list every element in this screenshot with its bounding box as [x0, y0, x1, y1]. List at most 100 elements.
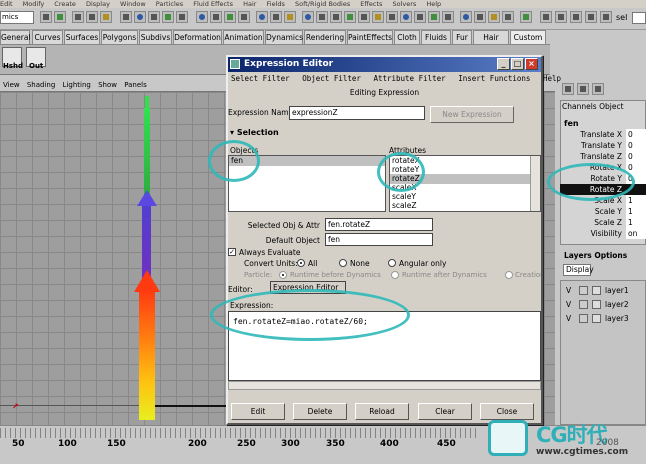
edit-button[interactable]: Edit — [231, 403, 285, 420]
tab-cloth[interactable]: Cloth — [394, 30, 420, 44]
menu-fluid-effects[interactable]: Fluid Effects — [193, 0, 233, 8]
channel-value[interactable]: 0 — [626, 140, 646, 151]
layers-header[interactable]: Layers Options — [560, 249, 646, 262]
convert-none-radio[interactable] — [339, 259, 347, 267]
delete-button[interactable]: Delete — [293, 403, 347, 420]
channel-row[interactable]: Scale Y 1 — [560, 206, 646, 217]
menu-edit[interactable]: Edit — [0, 0, 13, 8]
list-item[interactable]: scaleZ — [390, 201, 530, 211]
close-button[interactable]: Close — [480, 403, 534, 420]
layer-row[interactable]: Vlayer3 — [561, 312, 645, 325]
select-field[interactable] — [632, 12, 646, 24]
layer-visibility[interactable]: V — [566, 298, 571, 311]
input-icon[interactable] — [224, 11, 236, 23]
tab-hair[interactable]: Hair — [473, 30, 509, 44]
mask-icon[interactable] — [120, 11, 132, 23]
camera-icon[interactable] — [460, 11, 472, 23]
viewport-menu-panels[interactable]: Panels — [124, 81, 147, 89]
snap-plane-icon[interactable] — [176, 11, 188, 23]
render-globals-icon[interactable] — [284, 11, 296, 23]
layer-type-toggle[interactable] — [579, 300, 588, 309]
history-icon[interactable] — [196, 11, 208, 23]
lattice-icon[interactable] — [502, 11, 514, 23]
panel-layout-icon[interactable] — [562, 83, 574, 95]
editor-menu-select-filter[interactable]: Select Filter — [231, 74, 290, 83]
tab-fluids[interactable]: Fluids — [421, 30, 451, 44]
tab-general[interactable]: General — [0, 30, 31, 44]
convert-all-radio[interactable] — [297, 259, 305, 267]
channel-row[interactable]: Translate X 0 — [560, 129, 646, 140]
selected-obj-attr-field[interactable]: fen.rotateZ — [325, 218, 433, 231]
particle-creation-radio[interactable] — [505, 271, 513, 279]
clear-button[interactable]: Clear — [418, 403, 472, 420]
ipr-render-icon[interactable] — [270, 11, 282, 23]
expression-name-input[interactable]: expressionZ — [289, 106, 425, 120]
editor-menu-help[interactable]: Help — [543, 74, 561, 83]
joint-icon[interactable] — [474, 11, 486, 23]
channel-row[interactable]: Visibility on — [560, 228, 646, 239]
editor-menu-object-filter[interactable]: Object Filter — [302, 74, 361, 83]
reload-button[interactable]: Reload — [355, 403, 409, 420]
layer-color-swatch[interactable] — [592, 300, 601, 309]
tab-curves[interactable]: Curves — [32, 30, 63, 44]
channel-value[interactable]: 0 — [626, 129, 646, 140]
menu-display[interactable]: Display — [86, 0, 110, 8]
menu-window[interactable]: Window — [120, 0, 146, 8]
channel-value[interactable]: 1 — [626, 217, 646, 228]
plane-icon[interactable] — [358, 11, 370, 23]
curve-icon[interactable] — [400, 11, 412, 23]
layer-visibility[interactable]: V — [566, 312, 571, 325]
layer-type-toggle[interactable] — [579, 286, 588, 295]
particle-before-radio[interactable] — [279, 271, 287, 279]
tab-rendering[interactable]: Rendering — [304, 30, 346, 44]
snap-grid-icon[interactable] — [134, 11, 146, 23]
window-title[interactable]: Expression Editor — [228, 57, 541, 72]
circle-icon[interactable] — [386, 11, 398, 23]
menu-help[interactable]: Help — [426, 0, 441, 8]
object-blue-arrowhead[interactable] — [137, 190, 157, 206]
channel-box-menu-channels[interactable]: Channels — [562, 102, 597, 111]
layer-editor-toggle-icon[interactable] — [585, 11, 597, 23]
tab-painteffects[interactable]: PaintEffects — [347, 30, 393, 44]
magnet-icon[interactable] — [210, 11, 222, 23]
tab-surfaces[interactable]: Surfaces — [64, 30, 100, 44]
menu-solvers[interactable]: Solvers — [392, 0, 416, 8]
paint-icon[interactable] — [520, 11, 532, 23]
tab-polygons[interactable]: Polygons — [101, 30, 138, 44]
panel-layout-icon[interactable] — [592, 83, 604, 95]
layers-display-select[interactable]: Display — [563, 264, 594, 276]
save-icon[interactable] — [54, 11, 66, 23]
select-hierarchy-icon[interactable] — [72, 11, 84, 23]
cone-icon[interactable] — [344, 11, 356, 23]
attributes-scrollbar[interactable] — [530, 156, 540, 211]
viewport-menu-show[interactable]: Show — [98, 81, 117, 89]
menu-modify[interactable]: Modify — [23, 0, 45, 8]
snap-curve-icon[interactable] — [148, 11, 160, 23]
mode-select[interactable]: mics — [0, 11, 34, 24]
layer-color-swatch[interactable] — [592, 314, 601, 323]
cylinder-icon[interactable] — [330, 11, 342, 23]
minimize-icon[interactable]: _ — [497, 58, 510, 70]
object-red-arrowhead[interactable] — [134, 270, 160, 292]
tab-custom[interactable]: Custom — [510, 30, 546, 44]
object-gradient-shaft[interactable] — [139, 290, 155, 420]
close-icon[interactable]: × — [525, 58, 538, 70]
panel-layout-icon[interactable] — [577, 83, 589, 95]
tab-dynamics[interactable]: Dynamics — [265, 30, 303, 44]
channel-value[interactable]: 0 — [626, 162, 646, 173]
menu-hair[interactable]: Hair — [243, 0, 256, 8]
new-expression-button[interactable]: New Expression — [430, 106, 514, 123]
maximize-icon[interactable]: □ — [511, 58, 524, 70]
channel-row[interactable]: Scale Z 1 — [560, 217, 646, 228]
convert-angular-radio[interactable] — [388, 259, 396, 267]
editor-menu-attribute-filter[interactable]: Attribute Filter — [373, 74, 445, 83]
viewport-menu-view[interactable]: View — [3, 81, 20, 89]
menu-fields[interactable]: Fields — [267, 0, 285, 8]
channel-value[interactable]: on — [626, 228, 646, 239]
attribute-editor-toggle-icon[interactable] — [555, 11, 567, 23]
editor-menu-insert-functions[interactable]: Insert Functions — [458, 74, 530, 83]
tool-settings-toggle-icon[interactable] — [570, 11, 582, 23]
snap-point-icon[interactable] — [162, 11, 174, 23]
expression-scrollbar[interactable] — [228, 381, 541, 390]
channel-row[interactable]: Translate Z 0 — [560, 151, 646, 162]
